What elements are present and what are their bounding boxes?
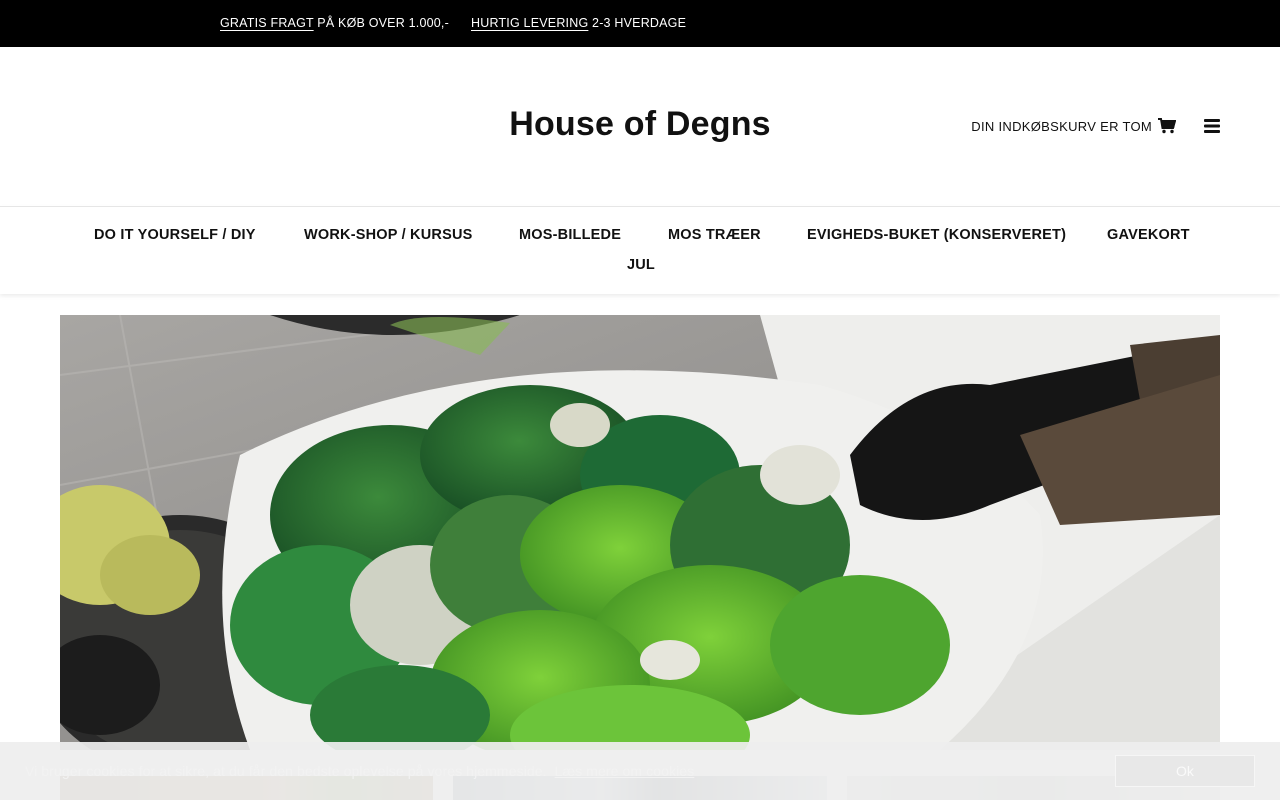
cookie-banner: Vi bruger cookies for at sikre, at du få… <box>0 742 1280 800</box>
announcement-bar: GRATIS FRAGT PÅ KØB OVER 1.000,- HURTIG … <box>0 0 1280 47</box>
nav-item-jul[interactable]: JUL <box>627 257 655 273</box>
nav-item-diy[interactable]: DO IT YOURSELF / DIY <box>94 227 256 243</box>
shopping-cart-icon <box>1158 118 1176 134</box>
cookie-message: Vi bruger cookies for at sikre, at du få… <box>25 763 694 779</box>
hamburger-menu-icon[interactable] <box>1204 118 1220 134</box>
nav-item-workshop[interactable]: WORK-SHOP / KURSUS <box>304 227 472 243</box>
cookie-ok-button[interactable]: Ok <box>1115 755 1255 787</box>
nav-item-gavekort[interactable]: GAVEKORT <box>1107 227 1190 243</box>
cookie-message-text: Vi bruger cookies for at sikre, at du få… <box>25 763 547 779</box>
main-navigation: DO IT YOURSELF / DIY WORK-SHOP / KURSUS … <box>0 206 1280 294</box>
cart-link[interactable]: DIN INDKØBSKURV ER TOM <box>971 118 1176 134</box>
usp-fast-delivery-text: 2-3 HVERDAGE <box>588 16 687 30</box>
usp-fast-delivery-emph[interactable]: HURTIG LEVERING <box>471 16 588 30</box>
hero-image[interactable] <box>60 315 1220 750</box>
usp-fast-delivery: HURTIG LEVERING 2-3 HVERDAGE <box>471 16 686 30</box>
usp-free-shipping: GRATIS FRAGT PÅ KØB OVER 1.000,- <box>220 16 449 30</box>
nav-item-evigheds-buket[interactable]: EVIGHEDS-BUKET (KONSERVERET) <box>807 227 1066 243</box>
nav-item-mos-billede[interactable]: MOS-BILLEDE <box>519 227 621 243</box>
usp-free-shipping-emph[interactable]: GRATIS FRAGT <box>220 16 314 30</box>
usp-free-shipping-text: PÅ KØB OVER 1.000,- <box>313 16 449 30</box>
site-header: House of Degns DIN INDKØBSKURV ER TOM <box>0 47 1280 206</box>
nav-item-mos-traeer[interactable]: MOS TRÆER <box>668 227 761 243</box>
cookie-more-link[interactable]: Læs mere om cookies <box>555 763 695 779</box>
moss-workshop-illustration <box>60 315 1220 750</box>
cart-label: DIN INDKØBSKURV ER TOM <box>971 118 1152 134</box>
